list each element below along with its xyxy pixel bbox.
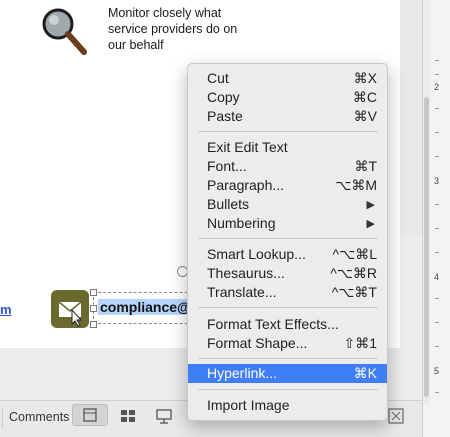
context-menu: Cut ⌘X Copy ⌘C Paste ⌘V Exit Edit Text Font… [187,63,388,421]
comments-button[interactable]: Comments [2,407,75,429]
menu-item-copy[interactable]: Copy ⌘C [188,88,387,107]
menu-separator [198,238,378,239]
menu-item-paste[interactable]: Paste ⌘V [188,107,387,126]
menu-separator [198,131,378,132]
menu-item-paragraph[interactable]: Paragraph... ⌥⌘M [188,176,387,195]
resize-handle[interactable] [90,305,97,312]
menu-item-import-image[interactable]: Import Image [188,396,387,415]
resize-handle[interactable] [90,321,97,328]
fit-slide-icon[interactable] [386,406,406,426]
monitor-caption: Monitor closely what service providers d… [108,6,238,52]
menu-item-format-text-effects[interactable]: Format Text Effects... [188,315,387,334]
mail-icon[interactable] [51,290,89,328]
vertical-ruler: 2 3 4 5 [422,0,450,437]
ruler-mark: 5 [434,366,440,376]
menu-separator [198,358,378,359]
menu-item-smart-lookup[interactable]: Smart Lookup... ^⌥⌘L [188,245,387,264]
scrollbar-thumb[interactable] [424,97,429,397]
magnifier-icon [42,8,87,55]
menu-item-hyperlink[interactable]: Hyperlink... ⌘K [188,364,387,383]
menu-item-exit-edit-text[interactable]: Exit Edit Text [188,138,387,157]
normal-view-icon [83,408,97,422]
menu-item-cut[interactable]: Cut ⌘X [188,69,387,88]
menu-item-numbering[interactable]: Numbering ▶ [188,214,387,233]
ruler-mark: 2 [434,82,440,92]
menu-item-translate[interactable]: Translate... ^⌥⌘T [188,283,387,302]
resize-handle[interactable] [90,289,97,296]
vertical-scrollbar[interactable] [423,0,430,405]
menu-item-thesaurus[interactable]: Thesaurus... ^⌥⌘R [188,264,387,283]
menu-separator [198,389,378,390]
slide-sorter-icon[interactable] [114,406,142,426]
menu-item-font[interactable]: Font... ⌘T [188,157,387,176]
normal-view-button[interactable] [72,404,108,426]
reading-view-icon[interactable] [150,406,178,426]
email-address-text[interactable]: compliance@ [98,299,193,315]
menu-item-bullets[interactable]: Bullets ▶ [188,195,387,214]
ruler-mark: 3 [434,176,440,186]
menu-separator [198,307,378,308]
ruler-mark: 4 [434,272,440,282]
submenu-arrow-icon: ▶ [366,199,375,211]
submenu-arrow-icon: ▶ [366,218,375,230]
email-link-fragment[interactable]: m [0,302,12,317]
menu-item-format-shape[interactable]: Format Shape... ⇧⌘1 [188,334,387,353]
